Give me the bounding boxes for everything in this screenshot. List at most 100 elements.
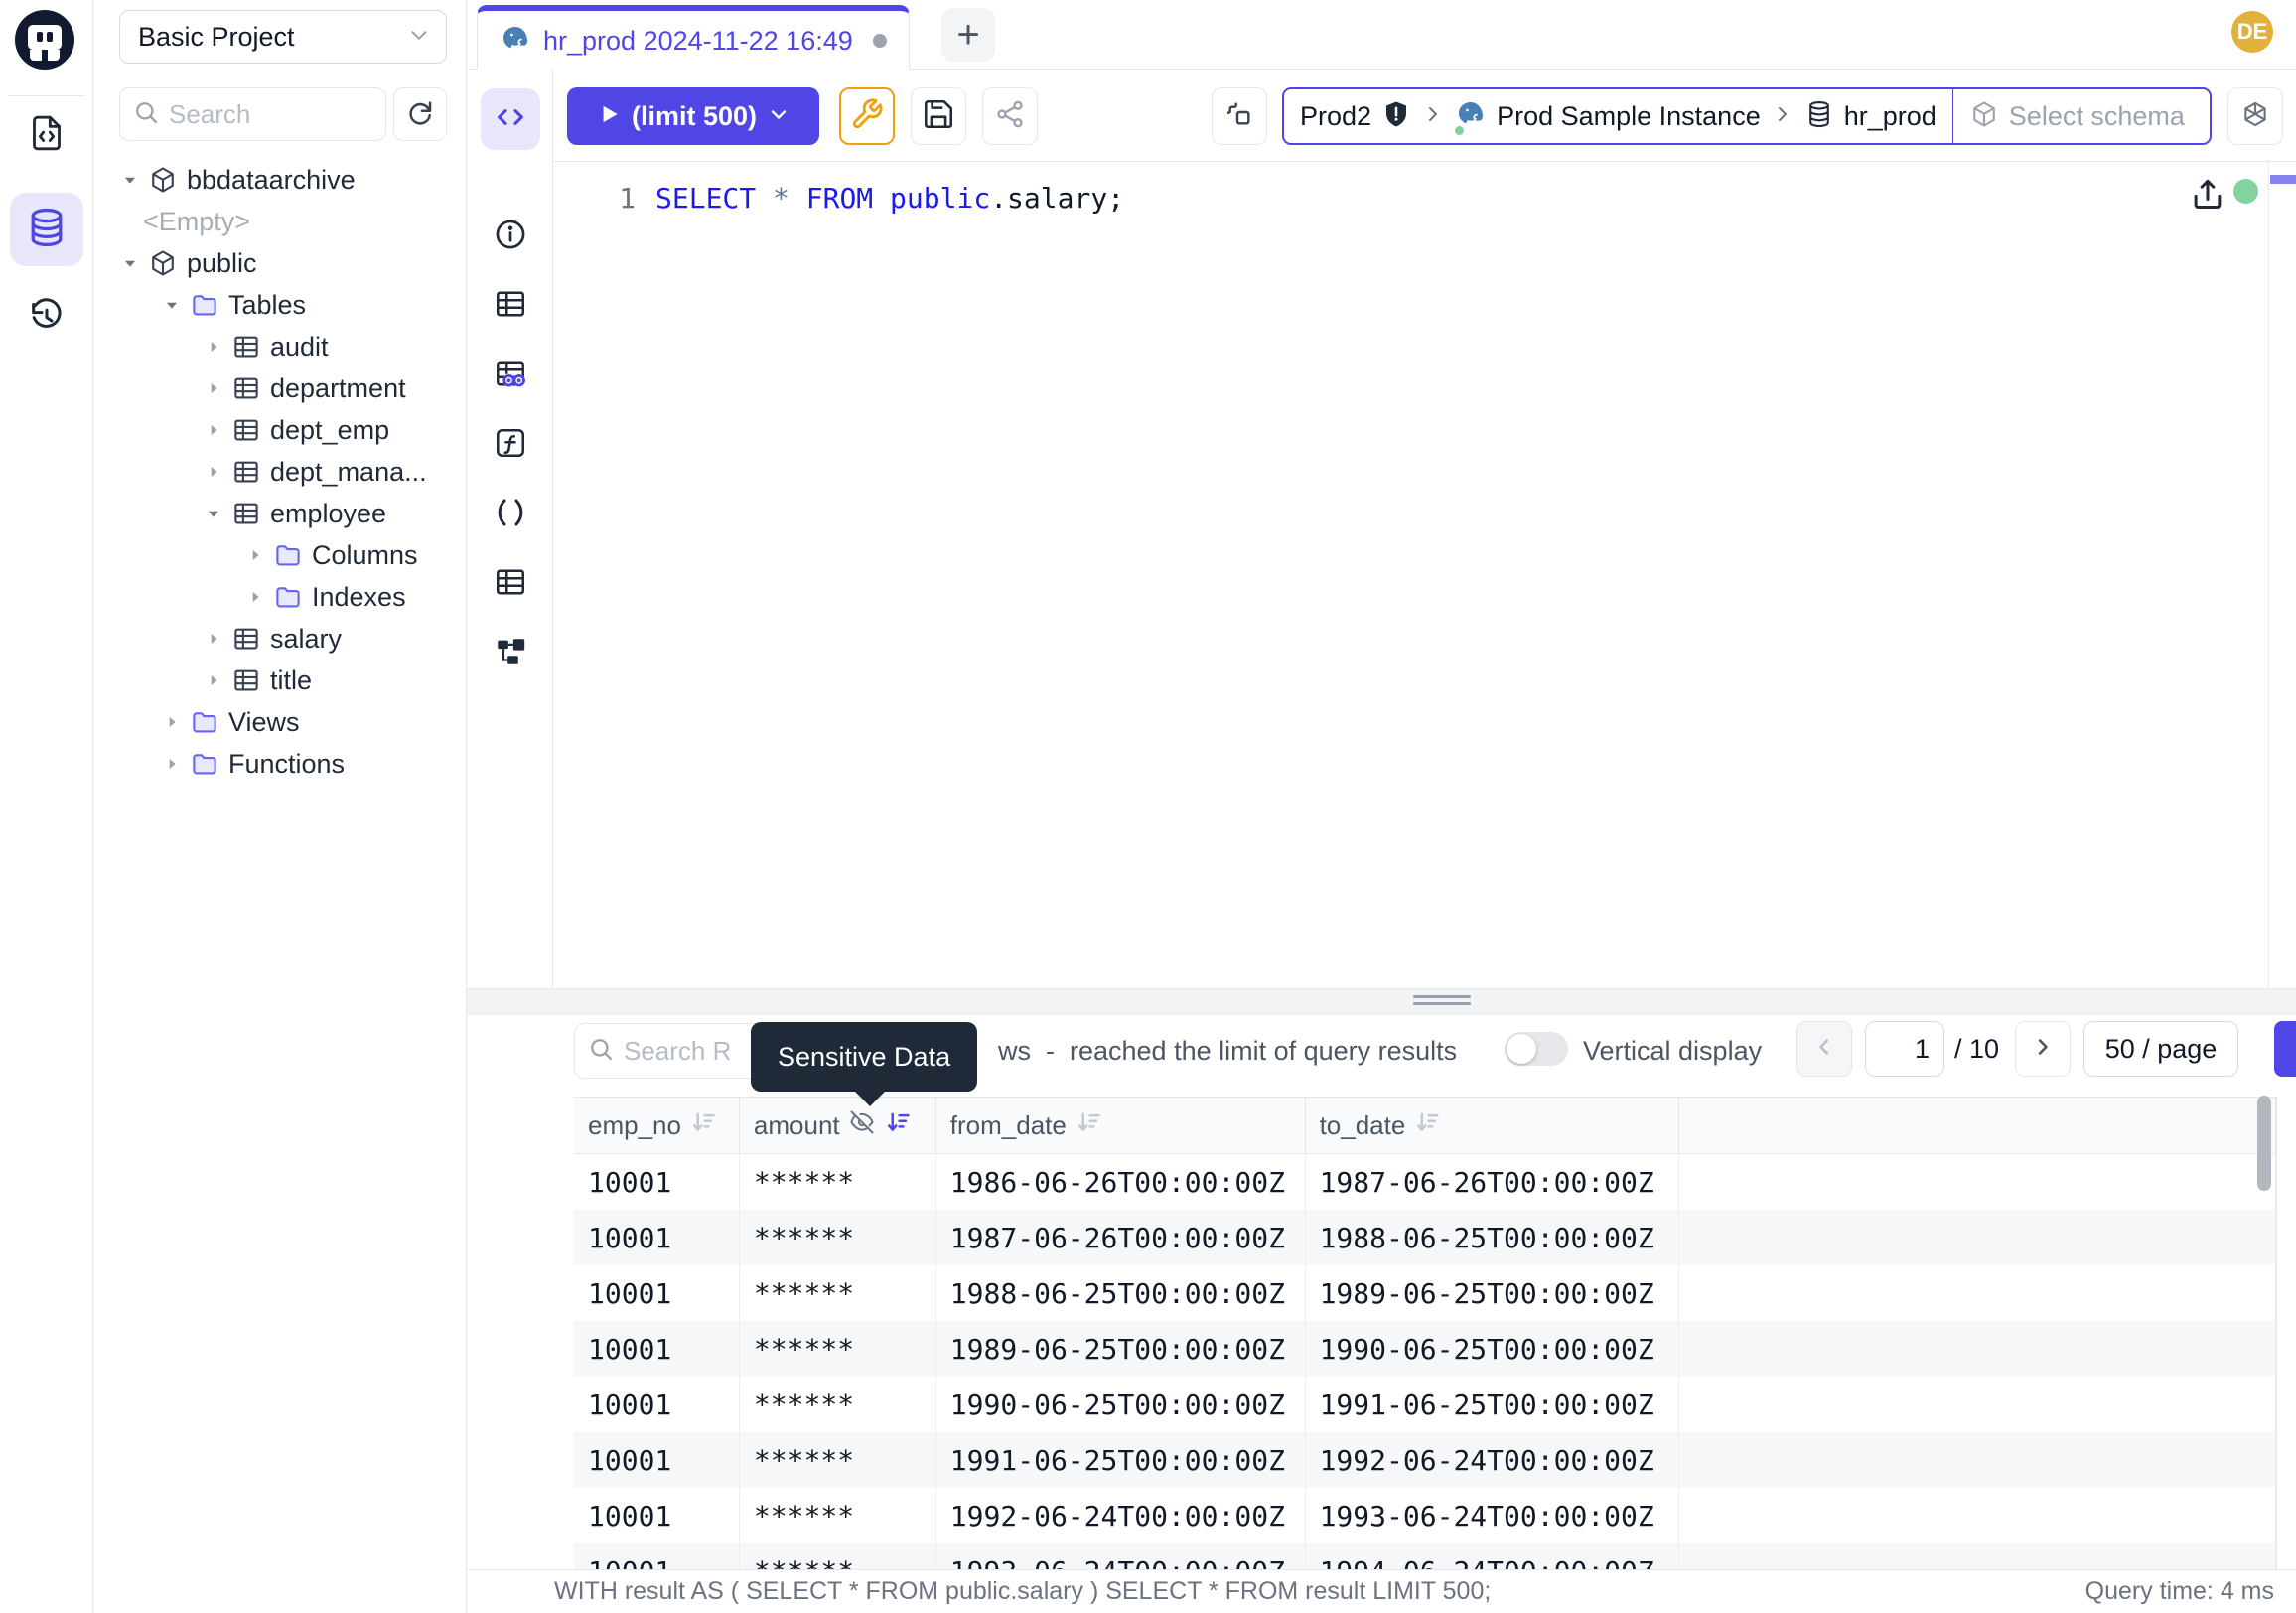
refresh-tree-button[interactable] xyxy=(393,87,447,141)
code-panel-toggle-button[interactable] xyxy=(481,88,540,150)
table-row[interactable]: 10001******1987-06-26T00:00:00Z1988-06-2… xyxy=(574,1210,2276,1265)
tree-node-salary[interactable]: salary xyxy=(93,618,467,660)
sql-code-line[interactable]: SELECT * FROM public.salary; xyxy=(655,178,1124,220)
table-cell[interactable] xyxy=(1679,1543,2276,1569)
table-cell[interactable]: ****** xyxy=(740,1543,936,1569)
page-size-select[interactable]: 50 / page xyxy=(2083,1021,2238,1077)
column-header-to_date[interactable]: to_date xyxy=(1306,1098,1680,1153)
table-cell[interactable]: ****** xyxy=(740,1488,936,1543)
connection-button[interactable] xyxy=(1212,87,1267,145)
caret-down-icon[interactable] xyxy=(201,503,226,524)
table-cell[interactable]: 1988-06-25T00:00:00Z xyxy=(1306,1210,1680,1265)
select-schema-button[interactable]: Select schema xyxy=(1952,89,2210,143)
table-cell[interactable]: 1994-06-24T00:00:00Z xyxy=(1306,1543,1680,1569)
table-row[interactable]: 10001******1988-06-25T00:00:00Z1989-06-2… xyxy=(574,1265,2276,1321)
panel-splitter[interactable] xyxy=(467,988,2296,1015)
breadcrumb-main[interactable]: Prod2 Prod Sample Instance hr_prod xyxy=(1284,89,1952,143)
sort-icon[interactable] xyxy=(1075,1107,1104,1144)
tree-node-functions[interactable]: Functions xyxy=(93,743,467,785)
table-scrollbar[interactable] xyxy=(2257,1096,2271,1191)
table-cell[interactable]: 1993-06-24T00:00:00Z xyxy=(1306,1488,1680,1543)
tree-node-columns[interactable]: Columns xyxy=(93,534,467,576)
tree-node-bbdataarchive[interactable]: bbdataarchive xyxy=(93,159,467,201)
caret-right-icon[interactable] xyxy=(159,711,185,733)
table-row[interactable]: 10001******1986-06-26T00:00:00Z1987-06-2… xyxy=(574,1154,2276,1210)
sort-icon[interactable] xyxy=(1413,1107,1443,1144)
history-nav-button[interactable] xyxy=(23,294,71,342)
table-cell[interactable]: 10001 xyxy=(574,1543,740,1569)
worksheet-tab[interactable]: hr_prod 2024-11-22 16:49 xyxy=(477,5,910,71)
caret-down-icon[interactable] xyxy=(117,252,143,274)
table-cell[interactable]: 1993-06-24T00:00:00Z xyxy=(936,1543,1306,1569)
table-row[interactable]: 10001******1993-06-24T00:00:00Z1994-06-2… xyxy=(574,1543,2276,1569)
prev-page-button[interactable] xyxy=(1796,1021,1852,1077)
database-nav-button[interactable] xyxy=(10,193,83,266)
table-cell[interactable] xyxy=(1679,1321,2276,1377)
table-cell[interactable]: 1986-06-26T00:00:00Z xyxy=(936,1154,1306,1210)
table-cell[interactable] xyxy=(1679,1154,2276,1210)
worksheets-nav-button[interactable] xyxy=(23,111,71,159)
table-cell[interactable] xyxy=(1679,1210,2276,1265)
tree-node-employee[interactable]: employee xyxy=(93,493,467,534)
tree-node-audit[interactable]: audit xyxy=(93,326,467,367)
tree-search-input[interactable] xyxy=(169,99,373,130)
table-cell[interactable]: 10001 xyxy=(574,1265,740,1321)
table-cell[interactable]: 10001 xyxy=(574,1154,740,1210)
sql-editor-area[interactable]: 1 SELECT * FROM public.salary; xyxy=(553,162,2296,988)
table-row[interactable]: 10001******1989-06-25T00:00:00Z1990-06-2… xyxy=(574,1321,2276,1377)
caret-right-icon[interactable] xyxy=(201,336,226,358)
format-sql-button[interactable] xyxy=(839,87,895,145)
table-cell[interactable]: ****** xyxy=(740,1321,936,1377)
external-tables-button[interactable] xyxy=(492,565,529,603)
table-cell[interactable] xyxy=(1679,1377,2276,1432)
caret-down-icon[interactable] xyxy=(159,294,185,316)
table-cell[interactable]: 1989-06-25T00:00:00Z xyxy=(1306,1265,1680,1321)
avatar[interactable]: DE xyxy=(2231,11,2273,53)
table-cell[interactable]: 10001 xyxy=(574,1488,740,1543)
column-header-from_date[interactable]: from_date xyxy=(936,1098,1306,1153)
table-cell[interactable]: 1991-06-25T00:00:00Z xyxy=(1306,1377,1680,1432)
procedures-button[interactable] xyxy=(492,496,529,533)
caret-right-icon[interactable] xyxy=(201,461,226,483)
table-cell[interactable]: 10001 xyxy=(574,1210,740,1265)
save-sheet-button[interactable] xyxy=(911,87,966,145)
tree-node-title[interactable]: title xyxy=(93,660,467,701)
tree-node--empty-[interactable]: <Empty> xyxy=(93,201,467,242)
table-cell[interactable]: 1989-06-25T00:00:00Z xyxy=(936,1321,1306,1377)
column-header-emp_no[interactable]: emp_no xyxy=(574,1098,740,1153)
run-query-button[interactable]: (limit 500) xyxy=(567,87,819,145)
table-cell[interactable]: 1992-06-24T00:00:00Z xyxy=(1306,1432,1680,1488)
table-row[interactable]: 10001******1990-06-25T00:00:00Z1991-06-2… xyxy=(574,1377,2276,1432)
ai-assistant-button[interactable] xyxy=(2227,87,2283,145)
table-cell[interactable]: 1988-06-25T00:00:00Z xyxy=(936,1265,1306,1321)
tree-node-public[interactable]: public xyxy=(93,242,467,284)
table-cell[interactable]: ****** xyxy=(740,1154,936,1210)
upload-sql-button[interactable] xyxy=(2189,175,2226,218)
table-cell[interactable]: ****** xyxy=(740,1265,936,1321)
functions-button[interactable] xyxy=(492,426,529,464)
table-cell[interactable] xyxy=(1679,1432,2276,1488)
eye-off-icon[interactable] xyxy=(848,1108,876,1143)
table-row[interactable]: 10001******1991-06-25T00:00:00Z1992-06-2… xyxy=(574,1432,2276,1488)
table-cell[interactable]: 1991-06-25T00:00:00Z xyxy=(936,1432,1306,1488)
page-number-input[interactable] xyxy=(1865,1021,1944,1077)
info-button[interactable] xyxy=(492,218,529,255)
masked-tables-button[interactable] xyxy=(492,357,529,394)
table-cell[interactable]: 1990-06-25T00:00:00Z xyxy=(936,1377,1306,1432)
table-cell[interactable]: 10001 xyxy=(574,1377,740,1432)
tree-node-department[interactable]: department xyxy=(93,367,467,409)
table-cell[interactable]: 1987-06-26T00:00:00Z xyxy=(1306,1154,1680,1210)
table-cell[interactable] xyxy=(1679,1488,2276,1543)
chevron-down-icon[interactable] xyxy=(767,102,790,131)
tree-node-dept-mana-[interactable]: dept_mana... xyxy=(93,451,467,493)
tree-node-views[interactable]: Views xyxy=(93,701,467,743)
table-cell[interactable] xyxy=(1679,1265,2276,1321)
caret-right-icon[interactable] xyxy=(242,586,268,608)
share-sheet-button[interactable] xyxy=(982,87,1038,145)
tree-node-dept-emp[interactable]: dept_emp xyxy=(93,409,467,451)
caret-right-icon[interactable] xyxy=(201,377,226,399)
table-cell[interactable]: 1992-06-24T00:00:00Z xyxy=(936,1488,1306,1543)
caret-right-icon[interactable] xyxy=(201,419,226,441)
table-cell[interactable]: ****** xyxy=(740,1377,936,1432)
tree-node-tables[interactable]: Tables xyxy=(93,284,467,326)
